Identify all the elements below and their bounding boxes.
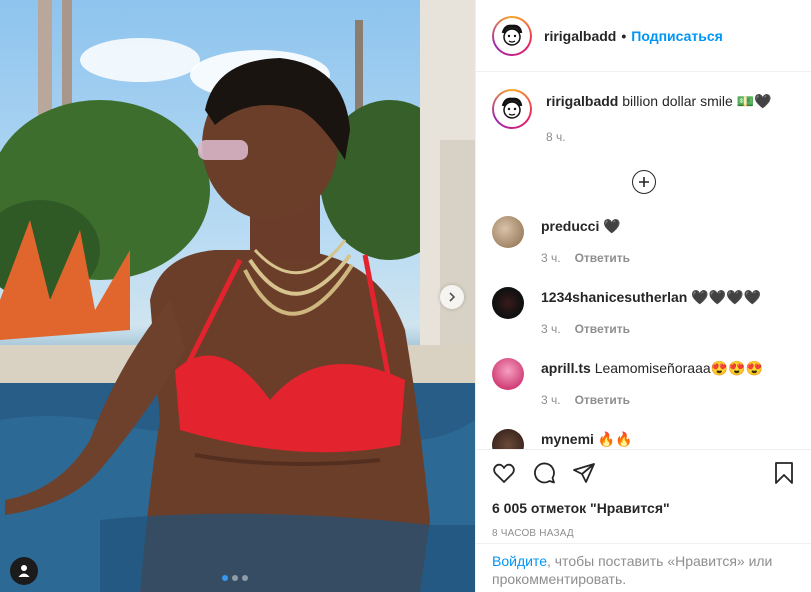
caption-text: billion dollar smile 💵🖤 [622,93,772,109]
comment-avatar[interactable] [492,358,524,390]
caption-username[interactable]: ririgalbadd [546,93,618,109]
carousel-next-button[interactable] [440,285,464,309]
user-tag-icon [18,565,30,577]
comment-text: 🔥🔥 [597,431,633,447]
comment-username[interactable]: preducci [541,218,599,234]
comment-username[interactable]: 1234shanicesutherlan [541,289,687,305]
cartoon-face-icon [501,97,523,119]
follow-button[interactable]: Подписаться [631,28,723,44]
post-side-panel: ririgalbadd • Подписаться ririgalbadd bi… [475,0,811,592]
like-button[interactable] [492,461,516,485]
comment-text: Leamomiseñoraaa😍😍😍 [594,360,763,376]
chevron-right-icon [449,292,456,302]
comment-time[interactable]: 3 ч. [541,393,561,407]
plus-circle-icon [639,177,649,187]
comment-username[interactable]: mynemi [541,431,594,447]
post-header: ririgalbadd • Подписаться [476,0,811,72]
user-tag-button[interactable] [10,557,38,585]
comment-button[interactable] [532,461,556,485]
post-photo[interactable] [0,0,475,592]
carousel-dot [232,575,238,581]
comment-avatar[interactable] [492,287,524,319]
comment-item: 1234shanicesutherlan 🖤🖤🖤🖤 3 ч. Ответить [492,287,796,336]
posted-time[interactable]: 8 ЧАСОВ НАЗАД [492,528,796,539]
comment-time[interactable]: 3 ч. [541,251,561,265]
post-actions: 6 005 отметок "Нравится" 8 ЧАСОВ НАЗАД [476,449,811,543]
comment-text: 🖤🖤🖤🖤 [691,289,761,305]
comment-item: preducci 🖤 3 ч. Ответить [492,216,796,265]
save-button[interactable] [772,461,796,485]
comment-avatar[interactable] [492,216,524,248]
share-button[interactable] [572,461,596,485]
comment-text: 🖤 [603,218,621,234]
login-link[interactable]: Войдите [492,553,547,569]
likes-count[interactable]: 6 005 отметок "Нравится" [492,500,796,516]
comment-username[interactable]: aprill.ts [541,360,591,376]
caption-time[interactable]: 8 ч. [546,130,772,144]
comment-avatar[interactable] [492,429,524,449]
cartoon-face-icon [501,24,523,46]
author-avatar[interactable] [492,15,532,56]
photo-scene [0,0,475,592]
reply-button[interactable]: Ответить [575,251,630,265]
paper-plane-icon [573,463,595,483]
caption-author-avatar[interactable] [492,89,532,129]
load-more-comments-button[interactable] [632,170,656,194]
author-username[interactable]: ririgalbadd [544,28,616,44]
carousel-dot [242,575,248,581]
header-separator: • [621,27,627,44]
reply-button[interactable]: Ответить [575,393,630,407]
login-prompt: Войдите, чтобы поставить «Нравится» или … [476,543,811,592]
reply-button[interactable]: Ответить [575,322,630,336]
bookmark-icon [775,462,793,484]
comment-item: mynemi 🔥🔥 [492,429,796,449]
caption: ririgalbadd billion dollar smile 💵🖤 8 ч. [492,89,796,144]
heart-outline-icon [493,463,515,483]
comments-list[interactable]: ririgalbadd billion dollar smile 💵🖤 8 ч.… [476,73,811,449]
carousel-dot [222,575,228,581]
carousel-dots [222,575,248,581]
comment-bubble-icon [534,462,555,484]
comment-time[interactable]: 3 ч. [541,322,561,336]
comment-item: aprill.ts Leamomiseñoraaa😍😍😍 3 ч. Ответит… [492,358,796,407]
